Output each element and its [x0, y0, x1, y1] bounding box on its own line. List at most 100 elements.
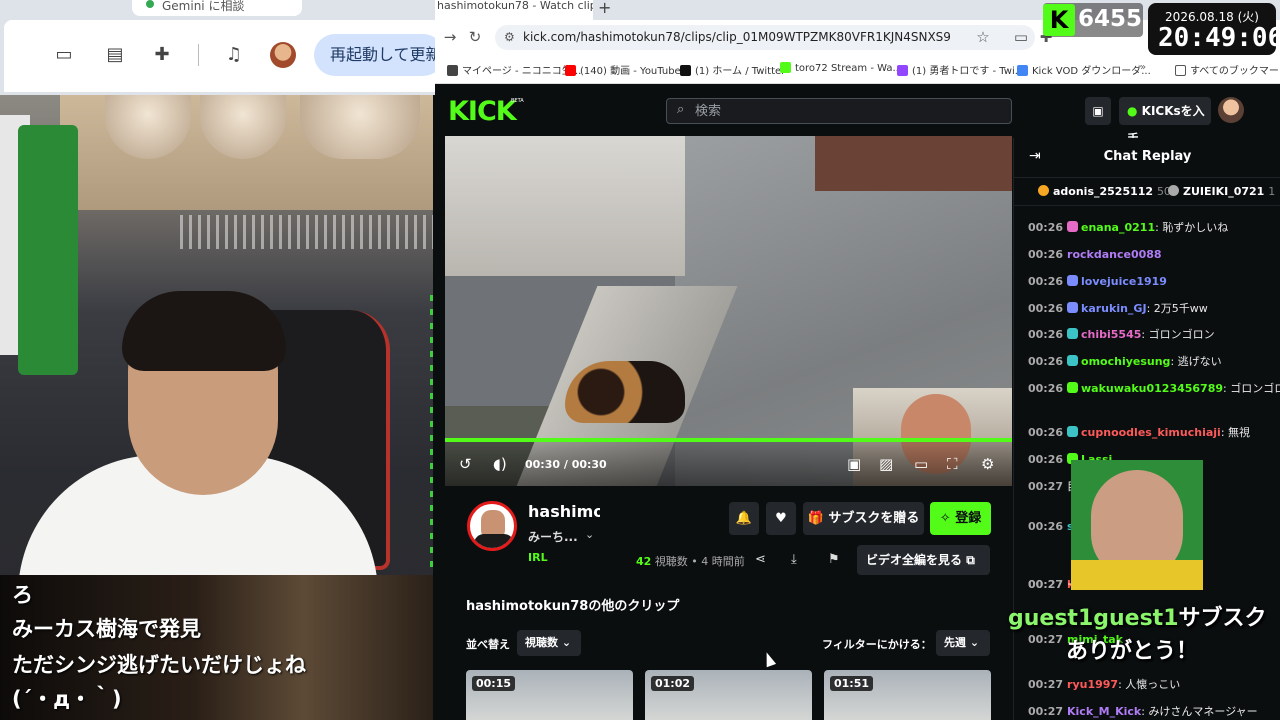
bookmark-kick[interactable]: toro72 Stream - Wa... [780, 62, 902, 74]
search-box[interactable]: ⌕ [666, 98, 1012, 124]
toolbar-divider [198, 44, 199, 66]
sort-dropdown[interactable]: 視聴数 ⌄ [517, 630, 581, 656]
chat-username[interactable]: wakuwaku0123456789 [1081, 382, 1223, 395]
bookmarks-bar: マイページ - ニコニコ生... (140) 動画 - YouTube (1) … [435, 54, 1280, 84]
kick-logo[interactable]: KICK [448, 96, 517, 127]
chat-username[interactable]: Kick_M_Kick [1067, 705, 1141, 718]
subscribe-button[interactable]: ✧ 登録 [930, 502, 991, 535]
heart-icon[interactable]: ♥ [766, 502, 796, 535]
site-info-icon[interactable]: ⚙ [504, 25, 515, 50]
new-tab-icon[interactable]: + [598, 0, 611, 17]
chevron-down-icon[interactable]: ⌄ [585, 528, 594, 541]
subtitle-line: ただシンジ逃げたいだけじょね [12, 653, 306, 677]
chat-timestamp: 00:27 [1028, 578, 1064, 591]
filter-dropdown[interactable]: 先週 ⌄ [936, 630, 990, 656]
channel-avatar[interactable] [467, 501, 517, 551]
layout-icon[interactable]: ▣ [1085, 97, 1111, 125]
chat-username[interactable]: chibi5545 [1081, 328, 1141, 341]
clip-stats: 42 視聴数 • 4 時間前 [636, 555, 745, 568]
monitor-icon[interactable]: ▭ [53, 44, 75, 66]
pinned-gifter[interactable]: adonis_2525112 50 [1038, 185, 1171, 198]
bookmark-niconico[interactable]: マイページ - ニコニコ生... [447, 62, 581, 77]
restart-update-button[interactable]: 再起動して更新 [314, 34, 444, 76]
clip-thumbnail[interactable]: 01:02 [645, 670, 812, 720]
category-link[interactable]: IRL [528, 551, 548, 564]
user-avatar[interactable] [1218, 97, 1244, 123]
chat-timestamp: 00:26 [1028, 248, 1064, 261]
gift-subscription-button[interactable]: 🎁 サブスクを贈る [803, 502, 924, 535]
gift-icon: 🎁 [807, 511, 824, 526]
report-icon[interactable]: ⚑ [828, 552, 840, 567]
video-wall [445, 136, 685, 276]
clip-thumbnail[interactable]: 00:15 [466, 670, 633, 720]
download-icon[interactable]: ⤓ [791, 552, 797, 567]
bookmark-kick-vod[interactable]: Kick VOD ダウンローダ... [1017, 62, 1151, 77]
chat-timestamp: 00:26 [1028, 355, 1064, 368]
monitor-icon[interactable]: ▭ [1010, 26, 1032, 48]
share-icon[interactable]: ⋖ [755, 552, 766, 567]
chat-text: みけさんマネージャー [1148, 705, 1258, 718]
bookmarks-more-icon[interactable]: » [1140, 62, 1146, 73]
view-count: 42 [636, 555, 652, 568]
user-badge-icon [1067, 382, 1079, 393]
clock-time: 20:49:06 [1158, 23, 1280, 53]
chat-message: 00:26 cupnoodles_kimuchiaji: 無視 [1028, 426, 1251, 439]
search-input[interactable] [695, 99, 995, 123]
reload-icon[interactable]: ↻ [464, 26, 486, 48]
volume-icon[interactable]: ◖) [493, 456, 507, 472]
webcam-clothes [18, 125, 78, 375]
bg-tab[interactable]: Gemini に相談 [132, 0, 302, 16]
clip-thumbnail[interactable]: 01:51 [824, 670, 991, 720]
cast-icon[interactable]: ▤ [104, 44, 126, 66]
media-icon[interactable]: ♫ [223, 44, 245, 66]
bookmark-twitter[interactable]: (1) ホーム / Twitter [680, 62, 785, 77]
watch-full-video-button[interactable]: ビデオ全編を見る ⧉ [857, 545, 990, 575]
forward-icon[interactable]: → [439, 26, 461, 48]
screen: Gemini に相談 ▭ ▤ ✚ ♫ 再起動して更新 ろ みーカス樹海で発見 た… [0, 0, 1280, 720]
clip-duration: 00:15 [472, 676, 516, 691]
chat-timestamp: 00:26 [1028, 328, 1064, 341]
channel-name[interactable]: hashimotokun78 [528, 502, 600, 524]
chat-text: 人懐っこい [1125, 678, 1181, 691]
address-bar[interactable]: ⚙ kick.com/hashimotokun78/clips/clip_01M… [495, 25, 1035, 50]
chat-username[interactable]: enana_0211 [1081, 221, 1155, 234]
quality-icon[interactable]: ▨ [879, 456, 893, 472]
user-badge-icon [1067, 302, 1079, 313]
pinned-gifter[interactable]: ZUIEIKI_0721 1 [1168, 185, 1275, 198]
chat-username[interactable]: rockdance0088 [1067, 248, 1162, 261]
video-player[interactable]: ↺ ◖) 00:30 / 00:30 ▣ ▨ ▭ ⛶ ⚙ [445, 136, 1012, 486]
beta-label: BETA [511, 98, 524, 104]
youtube-icon [565, 65, 576, 76]
sort-label: 並べ替え [466, 638, 510, 651]
replay-icon[interactable]: ↺ [459, 456, 472, 472]
extension-icon[interactable]: ✚ [151, 44, 173, 66]
chat-message: 00:27 ryu1997: 人懐っこい [1028, 678, 1181, 691]
bookmark-twitch[interactable]: (1) 勇者トロです - Twi... [897, 62, 1024, 77]
tab-kick-clips[interactable]: hashimotokun78 - Watch clips [435, 0, 593, 20]
theater-icon[interactable]: ▭ [914, 456, 928, 472]
chat-title: Chat Replay [1103, 149, 1192, 164]
settings-icon[interactable]: ⚙ [981, 456, 994, 472]
chat-username[interactable]: ryu1997 [1067, 678, 1118, 691]
get-kicks-button[interactable]: ● KICKsを入手 [1119, 97, 1211, 146]
subtitle-line: みーカス樹海で発見 [12, 617, 201, 641]
chat-username[interactable]: cupnoodles_kimuchiaji [1081, 426, 1221, 439]
pip-icon[interactable]: ▣ [847, 456, 861, 472]
chat-timestamp: 00:26 [1028, 382, 1064, 395]
chat-username[interactable]: karukin_GJ [1081, 302, 1147, 315]
webcam-lamp [300, 95, 420, 159]
all-bookmarks[interactable]: すべてのブックマーク [1175, 62, 1280, 77]
chat-username[interactable]: lovejuice1919 [1081, 275, 1167, 288]
notification-bell-icon[interactable]: 🔔 [729, 502, 759, 535]
sub-alert-suffix: サブスク [1178, 606, 1267, 631]
kick-icon [780, 62, 791, 73]
profile-avatar[interactable] [270, 42, 296, 68]
chat-username[interactable]: omochiyesung [1081, 355, 1170, 368]
subtitle-panel: ろ みーカス樹海で発見 ただシンジ逃げたいだけじょね (´・д・｀) [0, 575, 433, 720]
pinned-gifters: adonis_2525112 50 ZUIEIKI_0721 1 [1014, 180, 1280, 206]
fullscreen-icon[interactable]: ⛶ [947, 456, 958, 472]
bookmark-youtube[interactable]: (140) 動画 - YouTube [565, 62, 681, 77]
chat-text: 恥ずかしいね [1162, 221, 1229, 234]
bookmark-star-icon[interactable]: ☆ [972, 26, 994, 48]
user-badge-icon [1067, 355, 1079, 366]
